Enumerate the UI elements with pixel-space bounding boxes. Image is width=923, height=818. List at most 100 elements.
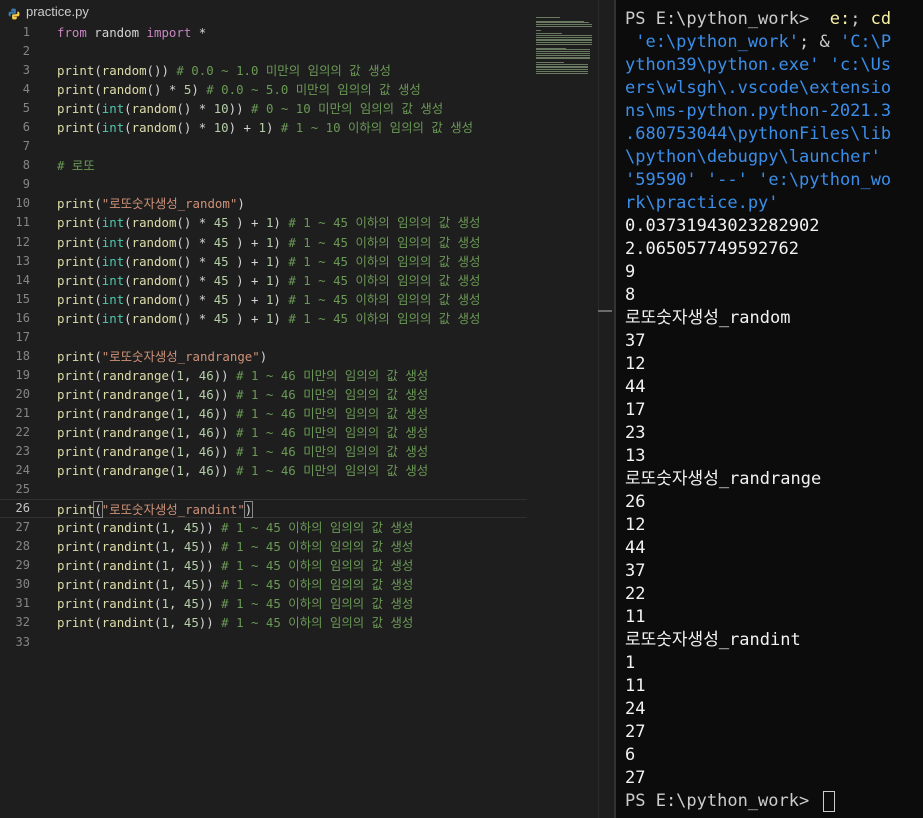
code-token: randint (101, 539, 154, 555)
code-line[interactable]: print("로또숫자생성_randrange") (57, 347, 527, 366)
line-number: 21 (15, 405, 30, 420)
code-token: import (146, 25, 192, 40)
code-token: 45 (213, 272, 229, 288)
code-token: random (131, 120, 177, 136)
terminal-line: PS E:\python_work> (625, 790, 923, 813)
code-line[interactable]: print(randrange(1, 46)) # 1 ~ 46 미만의 임의의… (57, 404, 527, 423)
code-token: ( (94, 253, 102, 269)
code-line[interactable]: print(int(random() * 45 ) + 1) # 1 ~ 45 … (57, 309, 527, 328)
code-line[interactable] (57, 633, 527, 652)
code-line[interactable]: print(random()) # 0.0 ~ 1.0 미만의 임의의 값 생성 (57, 61, 527, 80)
line-number: 20 (15, 386, 30, 401)
code-line[interactable] (57, 137, 527, 156)
code-token: ) + (228, 291, 266, 307)
terminal-output: 0.0373194302328290​2 (625, 216, 820, 236)
code-line[interactable]: print(int(random() * 45 ) + 1) # 1 ~ 45 … (57, 290, 527, 309)
terminal-cursor[interactable] (823, 790, 836, 812)
code-token: random (131, 234, 177, 250)
terminal-text: ; (850, 9, 871, 29)
code-token: int (101, 310, 125, 326)
code-line[interactable] (57, 480, 527, 499)
code-line[interactable]: from random import * (57, 23, 527, 42)
code-token: # 0.0 ~ 1.0 미만의 임의의 값 생성 (176, 63, 391, 79)
terminal-output: 9 (625, 262, 636, 282)
code-line[interactable] (57, 175, 527, 194)
code-token: 1 (161, 615, 169, 631)
code-token: ( (94, 234, 102, 250)
code-editor[interactable]: practice.py 1 2 3 4 5 6 7 8 9 10 11 12 13 14 15 16 17 18 1… (0, 0, 614, 818)
terminal-text: \python\debugpy\launcher' (625, 147, 881, 167)
code-token: )) (213, 405, 237, 421)
code-token: print (57, 63, 95, 79)
code-line[interactable] (57, 328, 527, 347)
code-line[interactable]: print(randint(1, 45)) # 1 ~ 45 이하의 임의의 값… (57, 537, 527, 556)
code-token: ( (124, 234, 132, 250)
code-line[interactable]: print(int(random() * 45 ) + 1) # 1 ~ 45 … (57, 252, 527, 271)
terminal-output: 24 (625, 699, 646, 719)
code-token: random (131, 101, 177, 117)
code-line[interactable]: # 로또 (57, 156, 527, 175)
code-line[interactable]: print(random() * 5) # 0.0 ~ 5.0 미만의 임의의 … (57, 80, 527, 99)
code-line[interactable]: print(int(random() * 45 ) + 1) # 1 ~ 45 … (57, 233, 527, 252)
terminal-output: 27 (625, 768, 646, 788)
code-token: )) (213, 386, 237, 402)
code-token: print (57, 539, 95, 555)
line-number: 8 (22, 158, 30, 173)
code-token: randint (101, 615, 154, 631)
code-line[interactable]: print(randint(1, 45)) # 1 ~ 45 이하의 임의의 값… (57, 594, 527, 613)
code-line[interactable]: print(randint(1, 45)) # 1 ~ 45 이하의 임의의 값… (57, 613, 527, 632)
minimap[interactable] (528, 14, 600, 74)
code-token: )) (198, 596, 222, 612)
code-line[interactable]: print(randint(1, 45)) # 1 ~ 45 이하의 임의의 값… (57, 518, 527, 537)
terminal-output: 6 (625, 745, 636, 765)
code-token: 46 (198, 463, 214, 479)
code-line[interactable]: print("로또숫자생성_random") (57, 194, 527, 213)
code-line[interactable]: print(int(random() * 45 ) + 1) # 1 ~ 45 … (57, 271, 527, 290)
terminal-output: 로또숫자생성_randrange (625, 469, 822, 489)
scrollbar-thumb[interactable] (598, 310, 612, 312)
code-token: print (57, 82, 95, 98)
terminal-text: rk\practice.py' (625, 193, 779, 213)
code-line[interactable]: print(int(random() * 45 ) + 1) # 1 ~ 45 … (57, 213, 527, 232)
code-token: randrange (101, 386, 169, 402)
line-number: 24 (15, 463, 30, 478)
code-line[interactable]: print(randrange(1, 46)) # 1 ~ 46 미만의 임의의… (57, 442, 527, 461)
editor-scrollbar[interactable] (598, 0, 612, 818)
terminal-text: ns\ms-python.python-2021.3 (625, 101, 892, 121)
code-line[interactable]: print(int(random() * 10) + 1) # 1 ~ 10 이… (57, 118, 527, 137)
code-line[interactable] (57, 42, 527, 61)
code-token: # 1 ~ 46 미만의 임의의 값 생성 (236, 444, 429, 460)
terminal-line: 24 (625, 698, 923, 721)
code-line[interactable]: print("로또숫자생성_randint") (0, 499, 527, 519)
line-number: 12 (15, 234, 30, 249)
code-token: )) (213, 424, 237, 440)
terminal-output: 8 (625, 285, 636, 305)
line-number-gutter: 1 2 3 4 5 6 7 8 9 10 11 12 13 14 15 16 17 18 19 20 21 22 23 24 2… (0, 23, 40, 652)
code-line[interactable]: print(randint(1, 45)) # 1 ~ 45 이하의 임의의 값… (57, 556, 527, 575)
editor-tab-practice-py[interactable]: practice.py (0, 0, 614, 22)
code-token: )) (198, 520, 222, 536)
terminal-output: 로또숫자생성_random (625, 308, 791, 328)
terminal-panel[interactable]: PS E:\python_work> e:; cd 'e:\python_wor… (614, 0, 923, 818)
code-token: ) + (228, 215, 266, 231)
code-token: randint (101, 577, 154, 593)
terminal-line: 11 (625, 675, 923, 698)
code-token: ( (94, 405, 102, 421)
code-line[interactable]: print(randrange(1, 46)) # 1 ~ 46 미만의 임의의… (57, 461, 527, 480)
code-line[interactable]: print(int(random() * 10)) # 0 ~ 10 미만의 임… (57, 99, 527, 118)
code-line[interactable]: print(randrange(1, 46)) # 1 ~ 46 미만의 임의의… (57, 423, 527, 442)
terminal-line: 12 (625, 514, 923, 537)
terminal-output: 11 (625, 607, 646, 627)
code-token: ( (94, 463, 102, 479)
code-line[interactable]: print(randint(1, 45)) # 1 ~ 45 이하의 임의의 값… (57, 575, 527, 594)
code-line[interactable]: print(randrange(1, 46)) # 1 ~ 46 미만의 임의의… (57, 366, 527, 385)
code-token: , (168, 558, 184, 574)
code-token: 10 (213, 120, 229, 136)
code-token: 45 (183, 558, 199, 574)
minimap-line (536, 72, 588, 74)
code-area[interactable]: from random import * print(random()) # 0.… (0, 23, 527, 652)
code-line[interactable]: print(randrange(1, 46)) # 1 ~ 46 미만의 임의의… (57, 385, 527, 404)
code-token: # 1 ~ 46 미만의 임의의 값 생성 (236, 386, 429, 402)
code-token: random (131, 215, 177, 231)
